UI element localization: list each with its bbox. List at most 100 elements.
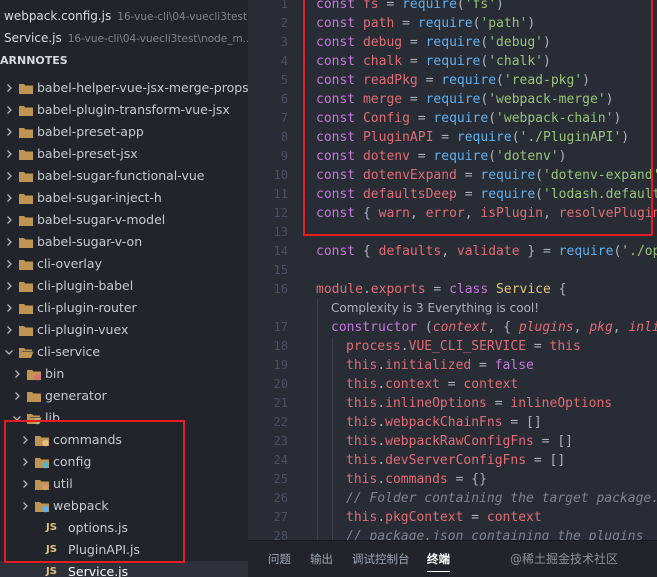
chevron-down-icon[interactable] (12, 413, 22, 423)
open-editor-item[interactable]: webpack.config.js 16-vue-cli\04-vuecli3te… (0, 5, 248, 27)
code-line[interactable]: const path = require('path') (316, 14, 535, 33)
code-line[interactable]: const fs = require('fs') (316, 0, 504, 14)
code-editor[interactable]: 1 const fs = require('fs') 2 const path = r… (248, 0, 657, 577)
code-line[interactable]: this.inlineOptions = inlineOptions (346, 394, 612, 413)
chevron-right-icon[interactable] (12, 391, 22, 401)
folder-icon (18, 279, 34, 293)
panel-tab-bar: @稀土掘金技术社区 问题 输出 调试控制台 终端 (248, 540, 657, 577)
tree-file-item[interactable]: JS Service.js (0, 561, 248, 577)
panel-tab[interactable]: 输出 (310, 541, 333, 577)
code-token: = (471, 358, 495, 373)
code-line[interactable]: this.webpackChainFns = [] (346, 413, 542, 432)
tree-folder-item[interactable]: babel-sugar-functional-vue (0, 165, 248, 187)
code-line[interactable]: this.devServerConfigFns = [] (346, 451, 565, 470)
tree-folder-item[interactable]: util (0, 473, 248, 495)
code-line[interactable]: const dotenvExpand = require('dotenv-exp… (316, 166, 657, 185)
panel-tab[interactable]: 终端 (427, 541, 450, 577)
tree-folder-item[interactable]: babel-sugar-v-model (0, 209, 248, 231)
chevron-down-icon[interactable] (4, 347, 14, 357)
code-token: ) (613, 111, 622, 126)
line-number: 19 (273, 358, 288, 372)
chevron-right-icon[interactable] (4, 237, 14, 247)
chevron-right-icon[interactable] (4, 193, 14, 203)
tree-folder-item[interactable]: cli-plugin-router (0, 297, 248, 319)
code-line[interactable]: const { defaults, validate } = require('… (316, 242, 657, 261)
tree-folder-item[interactable]: babel-helper-vue-jsx-merge-props (0, 77, 248, 99)
code-token: ( (535, 187, 543, 202)
tree-folder-item[interactable]: webpack (0, 495, 248, 517)
tree-folder-item[interactable]: generator (0, 385, 248, 407)
folder-icon (18, 125, 34, 139)
chevron-right-icon[interactable] (4, 83, 14, 93)
open-editor-item[interactable]: Service.js 16-vue-cli\04-vuecli3test\node… (0, 27, 248, 49)
code-line[interactable]: constructor (context, { plugins, pkg, in… (331, 318, 657, 337)
code-token: ) (605, 92, 614, 107)
chevron-right-icon[interactable] (20, 501, 30, 511)
code-token: ) (582, 73, 590, 88)
line-number: 2 (280, 16, 288, 30)
folder-config-icon (34, 455, 50, 469)
tree-folder-item[interactable]: bin (0, 363, 248, 385)
tree-folder-item[interactable]: lib (0, 407, 248, 429)
code-line[interactable]: const dotenv = require('dotenv') (316, 147, 567, 166)
chevron-right-icon[interactable] (4, 127, 14, 137)
code-token: , (409, 206, 426, 221)
tree-folder-item[interactable]: config (0, 451, 248, 473)
code-token: . (377, 377, 386, 392)
code-line[interactable]: module.exports = class Service { (316, 280, 567, 299)
code-line[interactable]: const readPkg = require('read-pkg') (316, 71, 590, 90)
tree-folder-item[interactable]: commands (0, 429, 248, 451)
chevron-right-icon[interactable] (4, 171, 14, 181)
code-line[interactable]: this.context = context (346, 375, 518, 394)
tree-file-item[interactable]: JS options.js (0, 517, 248, 539)
tree-folder-item[interactable]: babel-preset-app (0, 121, 248, 143)
code-line[interactable]: const defaultsDeep = require('lodash.def… (316, 185, 657, 204)
explorer-section-header[interactable]: ARNNOTES (0, 51, 248, 71)
code-token: ( (511, 130, 520, 145)
chevron-right-icon[interactable] (4, 259, 14, 269)
folder-icon (18, 345, 34, 359)
code-line[interactable]: const PluginAPI = require('./PluginAPI') (316, 128, 629, 147)
chevron-right-icon[interactable] (12, 369, 22, 379)
code-line[interactable]: const { warn, error, isPlugin, resolvePl… (316, 204, 657, 223)
tree-folder-item[interactable]: babel-sugar-inject-h (0, 187, 248, 209)
chevron-right-icon[interactable] (4, 325, 14, 335)
chevron-right-icon[interactable] (4, 303, 14, 313)
code-line[interactable]: const debug = require('debug') (316, 33, 551, 52)
codelens-complexity[interactable]: Complexity is 3 Everything is cool! (331, 299, 539, 318)
code-line[interactable]: this.webpackRawConfigFns = [] (346, 432, 573, 451)
chevron-right-icon[interactable] (4, 215, 14, 225)
code-line[interactable]: // Folder containing the target package.… (346, 489, 657, 508)
tree-folder-item[interactable]: babel-preset-jsx (0, 143, 248, 165)
tree-folder-item[interactable]: cli-plugin-vuex (0, 319, 248, 341)
tree-folder-item[interactable]: cli-service (0, 341, 248, 363)
code-line[interactable]: const chalk = require('chalk') (316, 52, 551, 71)
code-token: error (425, 206, 465, 221)
code-line[interactable]: this.pkgContext = context (346, 508, 542, 527)
line-number: 6 (280, 92, 288, 106)
panel-tab[interactable]: 问题 (268, 541, 291, 577)
line-number: 20 (273, 377, 288, 391)
tree-file-item[interactable]: JS PluginAPI.js (0, 539, 248, 561)
tree-folder-item[interactable]: cli-plugin-babel (0, 275, 248, 297)
code-token: = (439, 377, 464, 392)
code-line[interactable]: const merge = require('webpack-merge') (316, 90, 613, 109)
chevron-right-icon[interactable] (4, 105, 14, 115)
code-line[interactable]: this.commands = {} (346, 470, 487, 489)
panel-tab[interactable]: 调试控制台 (352, 541, 410, 577)
code-line[interactable]: process.VUE_CLI_SERVICE = this (346, 337, 581, 356)
chevron-right-icon[interactable] (4, 281, 14, 291)
code-token: = (425, 282, 450, 297)
tree-folder-item[interactable]: babel-plugin-transform-vue-jsx (0, 99, 248, 121)
tree-folder-item[interactable]: cli-overlay (0, 253, 248, 275)
code-token: require (433, 149, 489, 164)
chevron-right-icon[interactable] (20, 435, 30, 445)
chevron-right-icon[interactable] (4, 149, 14, 159)
code-line[interactable]: this.initialized = false (346, 356, 534, 375)
chevron-right-icon[interactable] (20, 457, 30, 467)
code-token: constructor (331, 320, 418, 335)
chevron-right-icon[interactable] (20, 479, 30, 489)
code-line[interactable]: const Config = require('webpack-chain') (316, 109, 621, 128)
tree-folder-item[interactable]: babel-sugar-v-on (0, 231, 248, 253)
